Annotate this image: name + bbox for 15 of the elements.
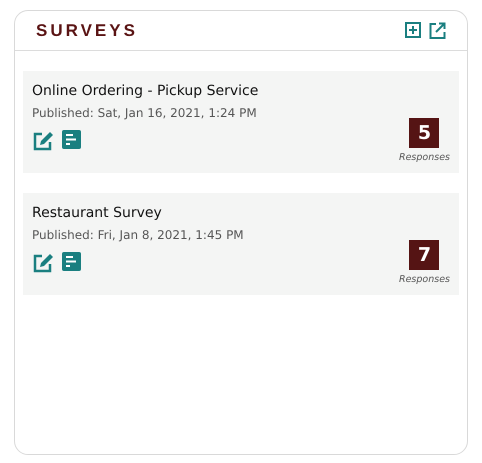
survey-name[interactable]: Restaurant Survey xyxy=(32,203,244,224)
edit-icon[interactable] xyxy=(32,130,54,152)
panel-title: SURVEYS xyxy=(36,20,138,42)
edit-icon[interactable] xyxy=(32,252,54,274)
report-icon[interactable] xyxy=(62,130,81,149)
response-count: 5 xyxy=(409,118,440,148)
add-icon[interactable] xyxy=(405,22,421,38)
published-date: Published: Sat, Jan 16, 2021, 1:24 PM xyxy=(32,105,258,122)
responses-label: Responses xyxy=(398,150,450,165)
external-link-icon[interactable] xyxy=(429,22,446,39)
response-count: 7 xyxy=(409,240,440,270)
survey-name[interactable]: Online Ordering - Pickup Service xyxy=(32,81,258,102)
published-date: Published: Fri, Jan 8, 2021, 1:45 PM xyxy=(32,227,244,244)
responses-label: Responses xyxy=(398,272,450,287)
report-icon[interactable] xyxy=(62,252,81,271)
